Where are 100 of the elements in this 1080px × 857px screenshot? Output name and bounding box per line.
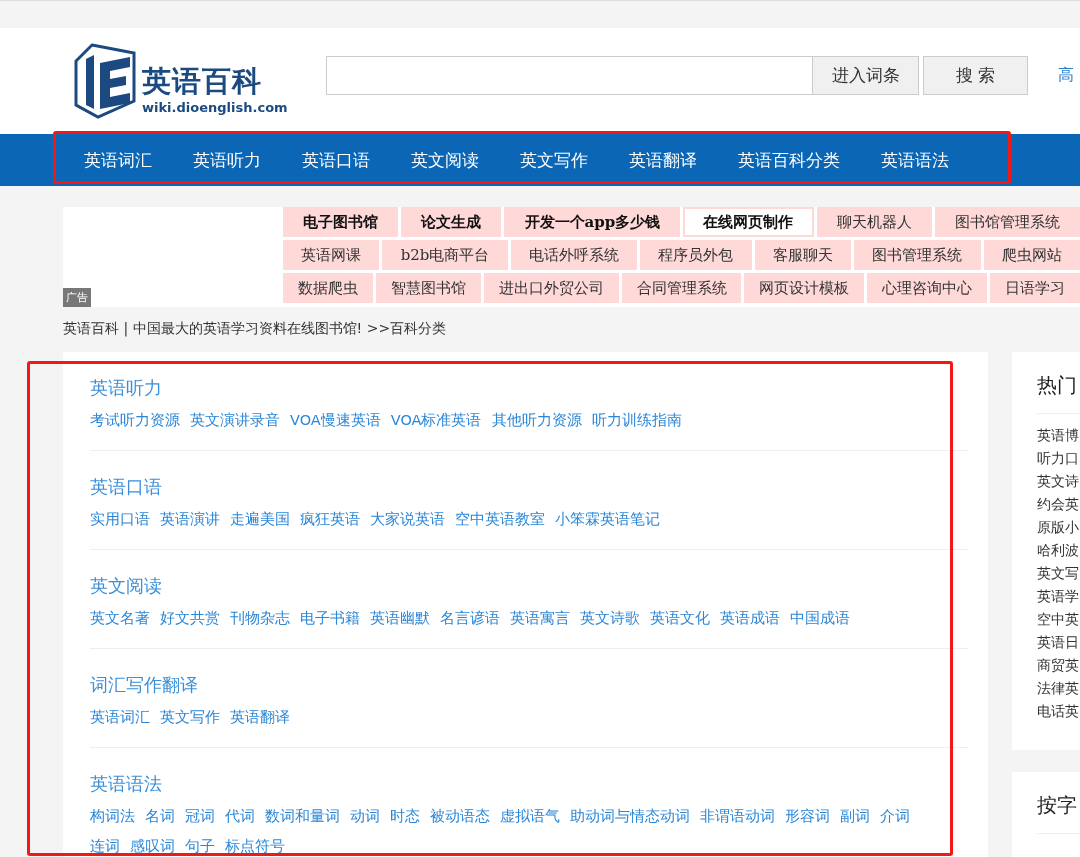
- ad-tag[interactable]: 心理咨询中心: [867, 273, 988, 303]
- ad-tag[interactable]: 开发一个app多少钱: [504, 207, 681, 237]
- ad-tag[interactable]: 进出口外贸公司: [483, 273, 619, 303]
- sidebar-link[interactable]: 英文诗: [1037, 470, 1080, 493]
- ad-tag[interactable]: 聊天机器人: [816, 207, 932, 237]
- category-link[interactable]: 大家说英语: [370, 507, 445, 531]
- category-link[interactable]: 好文共赏: [160, 606, 220, 630]
- category-link[interactable]: 小笨霖英语笔记: [555, 507, 660, 531]
- category-title: 英语语法: [90, 772, 163, 796]
- category-link[interactable]: 英文名著: [90, 606, 150, 630]
- ad-tag[interactable]: 客服聊天: [754, 240, 852, 270]
- ad-tag[interactable]: 爬虫网站: [983, 240, 1080, 270]
- category-link[interactable]: 冠词: [185, 804, 215, 828]
- category-link[interactable]: 空中英语教室: [455, 507, 545, 531]
- sidebar-link[interactable]: 哈利波: [1037, 539, 1080, 562]
- sidebar-link[interactable]: 原版小: [1037, 516, 1080, 539]
- search-field[interactable]: [326, 55, 813, 95]
- sidebar-link[interactable]: 空中英: [1037, 608, 1080, 631]
- category-title: 英文阅读: [90, 574, 163, 598]
- ad-tag[interactable]: 智慧图书馆: [375, 273, 481, 303]
- sidebar-link[interactable]: 电话英: [1037, 700, 1080, 723]
- category-link[interactable]: 构词法: [90, 804, 135, 828]
- category-title: 词汇写作翻译: [90, 673, 199, 697]
- category-link[interactable]: 走遍美国: [230, 507, 290, 531]
- nav-link[interactable]: 英语听力: [193, 148, 261, 172]
- nav-link[interactable]: 英文阅读: [411, 148, 479, 172]
- category-link[interactable]: 动词: [350, 804, 380, 828]
- sidebar-title: 热门: [1037, 372, 1080, 414]
- category-link[interactable]: 中国成语: [790, 606, 850, 630]
- sidebar-title: 按字: [1037, 792, 1080, 834]
- category-link[interactable]: 英语成语: [720, 606, 780, 630]
- ad-tag[interactable]: 程序员外包: [640, 240, 752, 270]
- category-link[interactable]: 虚拟语气: [500, 804, 560, 828]
- nav-link[interactable]: 英语词汇: [84, 148, 152, 172]
- header-link[interactable]: 高: [1058, 64, 1074, 86]
- category-title: 英语口语: [90, 475, 163, 499]
- category-link[interactable]: 时态: [390, 804, 420, 828]
- category-link[interactable]: 英语词汇: [90, 705, 150, 729]
- category-link[interactable]: 英文演讲录音: [190, 408, 280, 432]
- sidebar-link[interactable]: 法律英: [1037, 677, 1080, 700]
- ad-tag[interactable]: 图书馆管理系统: [934, 207, 1080, 237]
- ad-tag[interactable]: 日语学习: [990, 273, 1080, 303]
- ad-label: 广告: [63, 288, 91, 307]
- category-link[interactable]: 形容词: [785, 804, 830, 828]
- ad-tag[interactable]: b2b电商平台: [382, 240, 508, 270]
- category-link[interactable]: 介词: [880, 804, 910, 828]
- category-link[interactable]: 标点符号: [225, 834, 285, 857]
- category-title: 英语听力: [90, 376, 163, 400]
- category-link[interactable]: 刊物杂志: [230, 606, 290, 630]
- nav-link[interactable]: 英语口语: [302, 148, 370, 172]
- sidebar-link[interactable]: 听力口: [1037, 447, 1080, 470]
- ad-tag[interactable]: 电话外呼系统: [510, 240, 638, 270]
- category-link[interactable]: 副词: [840, 804, 870, 828]
- nav-link[interactable]: 英语翻译: [629, 148, 697, 172]
- ad-tag[interactable]: 合同管理系统: [621, 273, 742, 303]
- category-link[interactable]: 实用口语: [90, 507, 150, 531]
- ad-tag[interactable]: 英语网课: [283, 240, 380, 270]
- category-link[interactable]: 英语幽默: [370, 606, 430, 630]
- ad-tag[interactable]: 网页设计模板: [744, 273, 865, 303]
- ad-tag[interactable]: 论文生成: [401, 207, 502, 237]
- category-link[interactable]: 疯狂英语: [300, 507, 360, 531]
- category-link[interactable]: 英语翻译: [230, 705, 290, 729]
- category-link[interactable]: VOA慢速英语: [290, 408, 381, 432]
- search-button[interactable]: 搜 索: [923, 55, 1028, 95]
- logo-icon: [72, 43, 138, 119]
- category-link[interactable]: 电子书籍: [300, 606, 360, 630]
- category-link[interactable]: 英文诗歌: [580, 606, 640, 630]
- category-link[interactable]: 考试听力资源: [90, 408, 180, 432]
- category-link[interactable]: 英语演讲: [160, 507, 220, 531]
- ad-tag[interactable]: 数据爬虫: [283, 273, 373, 303]
- category-link[interactable]: 代词: [225, 804, 255, 828]
- nav-link[interactable]: 英文写作: [520, 148, 588, 172]
- ad-tag[interactable]: 在线网页制作: [683, 207, 814, 237]
- category-link[interactable]: 名词: [145, 804, 175, 828]
- search-button[interactable]: 进入词条: [813, 55, 919, 95]
- sidebar-link[interactable]: 约会英: [1037, 493, 1080, 516]
- category-link[interactable]: VOA标准英语: [390, 408, 482, 432]
- category-link[interactable]: 数词和量词: [265, 804, 340, 828]
- sidebar-link[interactable]: 英文写: [1037, 562, 1080, 585]
- category-link[interactable]: 被动语态: [430, 804, 490, 828]
- category-link[interactable]: 非谓语动词: [700, 804, 775, 828]
- category-link[interactable]: 句子: [185, 834, 215, 857]
- nav-link[interactable]: 英语语法: [881, 148, 949, 172]
- category-link[interactable]: 连词: [90, 834, 120, 857]
- breadcrumb: 英语百科 | 中国最大的英语学习资料在线图书馆! >>百科分类: [63, 320, 448, 339]
- category-link[interactable]: 名言谚语: [440, 606, 500, 630]
- sidebar-link[interactable]: 商贸英: [1037, 654, 1080, 677]
- category-link[interactable]: 英语文化: [650, 606, 710, 630]
- category-link[interactable]: 感叹词: [130, 834, 175, 857]
- nav-link[interactable]: 英语百科分类: [738, 148, 840, 172]
- sidebar-link[interactable]: 英语日: [1037, 631, 1080, 654]
- category-link[interactable]: 英语寓言: [510, 606, 570, 630]
- sidebar-link[interactable]: 英语博: [1037, 424, 1080, 447]
- category-link[interactable]: 英文写作: [160, 705, 220, 729]
- sidebar-link[interactable]: 英语学: [1037, 585, 1080, 608]
- category-link[interactable]: 听力训练指南: [591, 408, 682, 432]
- ad-tag[interactable]: 电子图书馆: [283, 207, 399, 237]
- category-link[interactable]: 其他听力资源: [491, 408, 582, 432]
- ad-tag[interactable]: 图书管理系统: [854, 240, 981, 270]
- category-link[interactable]: 助动词与情态动词: [570, 804, 690, 828]
